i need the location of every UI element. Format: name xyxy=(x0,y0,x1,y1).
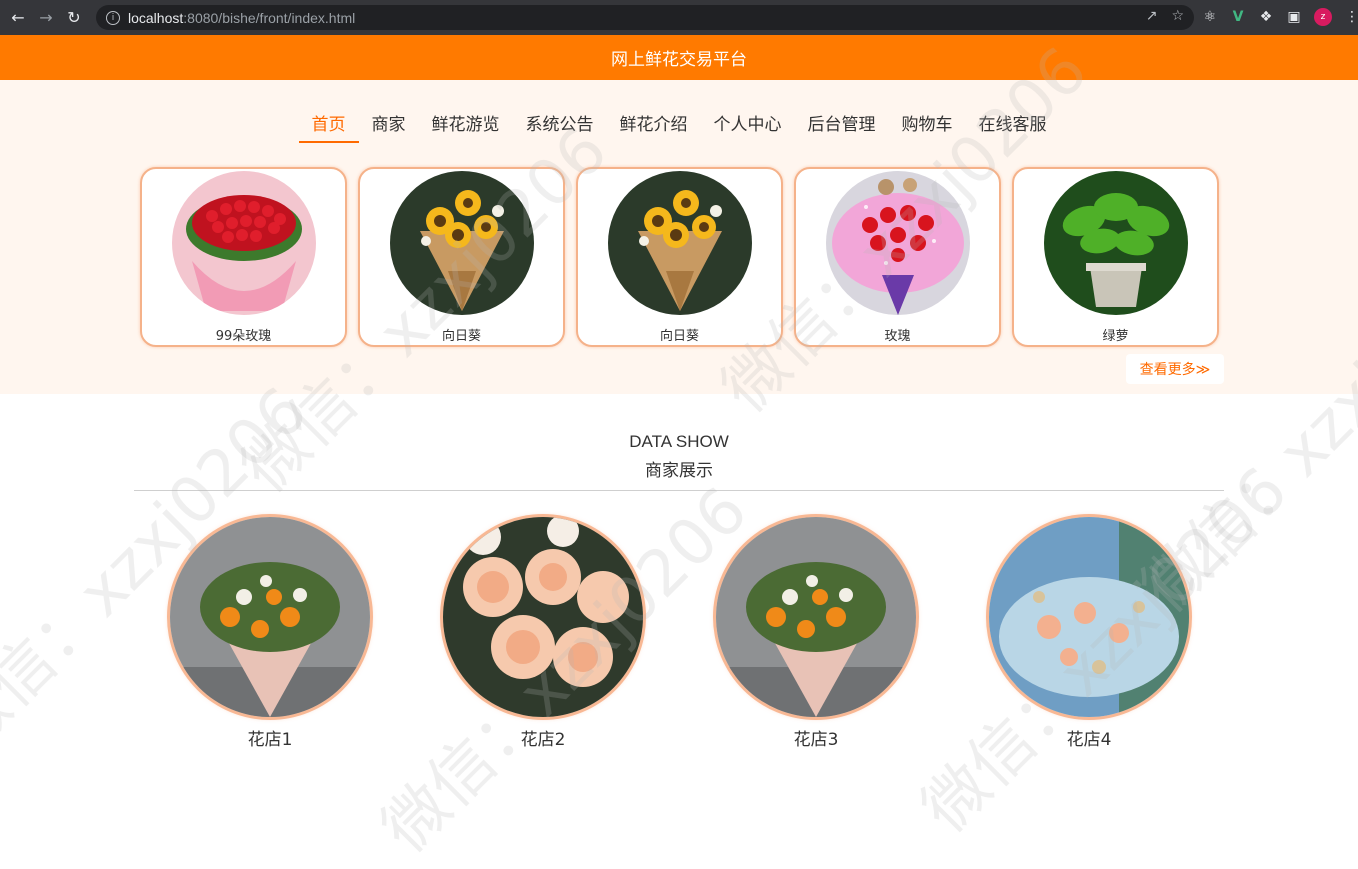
shop-name: 花店2 xyxy=(520,730,566,750)
address-bar[interactable]: i localhost:8080/bishe/front/index.html … xyxy=(96,5,1194,30)
shop-name: 花店4 xyxy=(1066,730,1112,750)
flower-card[interactable]: 99朵玫瑰 xyxy=(140,167,347,347)
shop-item[interactable]: 花店2 xyxy=(443,517,643,750)
main-nav: 首页 商家 鲜花游览 系统公告 鲜花介绍 个人中心 后台管理 购物车 在线客服 xyxy=(0,108,1358,143)
forward-icon[interactable]: → xyxy=(32,4,60,32)
back-icon[interactable]: ← xyxy=(4,4,32,32)
sunflower-bouquet-image[interactable] xyxy=(389,171,534,315)
extensions-puzzle-icon[interactable]: ❖ xyxy=(1258,9,1274,25)
red-rose-bouquet-image[interactable] xyxy=(171,171,316,315)
flower-card[interactable]: 绿萝 xyxy=(1012,167,1219,347)
flower-name: 99朵玫瑰 xyxy=(215,329,272,344)
flower-cards: 99朵玫瑰 向日葵 向日葵 玫瑰 绿萝 xyxy=(140,167,1219,347)
data-show-title-en: DATA SHOW xyxy=(629,432,729,451)
blue-peach-bouquet-image[interactable] xyxy=(989,517,1189,717)
nav-cart[interactable]: 购物车 xyxy=(889,108,966,143)
orange-bouquet-image[interactable] xyxy=(716,517,916,717)
pothos-plant-image[interactable] xyxy=(1043,171,1188,315)
reload-icon[interactable]: ↻ xyxy=(60,4,88,32)
shop-item[interactable]: 花店3 xyxy=(716,517,916,750)
react-devtools-icon[interactable]: ⚛ xyxy=(1202,9,1218,25)
flower-name: 向日葵 xyxy=(659,329,699,344)
share-icon[interactable]: ↗ xyxy=(1146,8,1158,24)
star-icon[interactable]: ☆ xyxy=(1171,8,1184,24)
shop-item[interactable]: 花店4 xyxy=(989,517,1189,750)
site-header: 网上鲜花交易平台 xyxy=(0,35,1358,80)
nav-flower-intro[interactable]: 鲜花介绍 xyxy=(607,108,701,143)
info-icon[interactable]: i xyxy=(106,10,120,25)
shop-item[interactable]: 花店1 xyxy=(170,517,370,750)
flower-card[interactable]: 向日葵 xyxy=(358,167,565,347)
shop-name: 花店1 xyxy=(247,730,293,750)
section-divider xyxy=(134,490,1224,491)
nav-merchants[interactable]: 商家 xyxy=(359,108,419,143)
nav-user-center[interactable]: 个人中心 xyxy=(701,108,795,143)
nav-announcements[interactable]: 系统公告 xyxy=(513,108,607,143)
nav-customer-service[interactable]: 在线客服 xyxy=(966,108,1060,143)
peach-roses-image[interactable] xyxy=(443,517,643,717)
url-path: :8080/bishe/front/index.html xyxy=(183,9,356,26)
site-title: 网上鲜花交易平台 xyxy=(611,50,747,70)
nav-flower-browse[interactable]: 鲜花游览 xyxy=(419,108,513,143)
url-text[interactable]: localhost:8080/bishe/front/index.html xyxy=(128,10,355,26)
flower-name: 绿萝 xyxy=(1102,329,1129,344)
url-host: localhost xyxy=(128,9,184,26)
side-panel-icon[interactable]: ▣ xyxy=(1286,9,1302,25)
vue-devtools-icon[interactable]: V xyxy=(1230,9,1246,25)
nav-admin[interactable]: 后台管理 xyxy=(795,108,889,143)
view-more-button[interactable]: 查看更多≫ xyxy=(1126,354,1224,384)
data-show-title-cn: 商家展示 xyxy=(645,461,713,481)
browser-toolbar: ← → ↻ i localhost:8080/bishe/front/index… xyxy=(0,0,1358,35)
shop-name: 花店3 xyxy=(793,730,839,750)
menu-dots-icon[interactable]: ⋮ xyxy=(1344,9,1358,25)
data-show-heading: DATA SHOW 商家展示 xyxy=(0,432,1358,481)
nav-home[interactable]: 首页 xyxy=(298,108,359,143)
flower-name: 向日葵 xyxy=(441,329,481,344)
flower-name: 玫瑰 xyxy=(884,329,911,344)
profile-avatar[interactable]: z xyxy=(1314,8,1332,26)
flower-card[interactable]: 玫瑰 xyxy=(794,167,1001,347)
sunflower-bouquet-image[interactable] xyxy=(607,171,752,315)
rose-bouquet-pink-image[interactable] xyxy=(825,171,970,315)
orange-bouquet-image[interactable] xyxy=(170,517,370,717)
flower-card[interactable]: 向日葵 xyxy=(576,167,783,347)
top-section: 首页 商家 鲜花游览 系统公告 鲜花介绍 个人中心 后台管理 购物车 在线客服 xyxy=(0,80,1358,394)
